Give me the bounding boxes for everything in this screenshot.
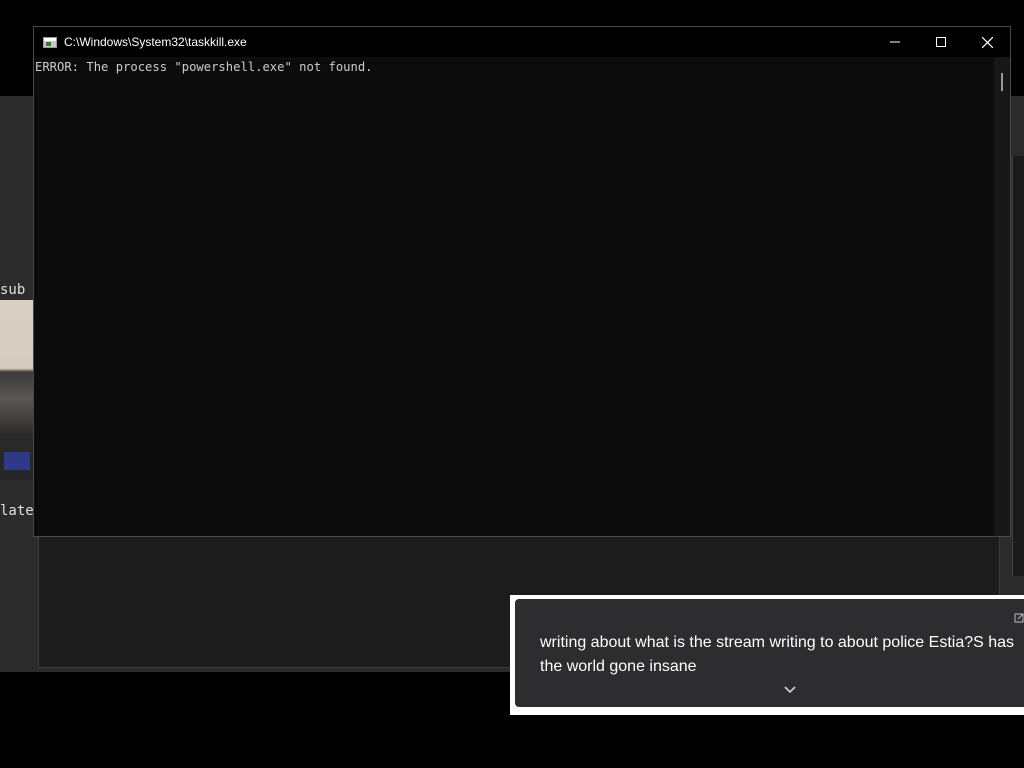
close-button[interactable] — [964, 27, 1010, 57]
maximize-button[interactable] — [918, 27, 964, 57]
console-line: ERROR: The process "powershell.exe" not … — [35, 60, 373, 74]
scrollbar-thumb[interactable] — [1001, 73, 1003, 91]
minimize-icon — [890, 41, 900, 43]
minimize-button[interactable] — [872, 27, 918, 57]
console-titlebar[interactable]: C:\Windows\System32\taskkill.exe — [34, 27, 1010, 57]
console-output[interactable]: ERROR: The process "powershell.exe" not … — [34, 57, 994, 536]
caption-notification[interactable]: writing about what is the stream writing… — [510, 595, 1024, 715]
background-video-thumbnail — [0, 300, 34, 480]
background-app-sidebar — [1012, 156, 1024, 576]
popout-icon[interactable] — [1014, 612, 1024, 624]
background-partial-text-top: sub — [0, 282, 26, 298]
console-app-icon — [43, 36, 57, 48]
console-scrollbar[interactable] — [994, 57, 1010, 536]
notification-panel: writing about what is the stream writing… — [515, 599, 1024, 707]
notification-text: writing about what is the stream writing… — [540, 634, 1015, 675]
window-controls — [872, 27, 1010, 57]
chevron-down-icon[interactable] — [782, 681, 798, 697]
maximize-icon — [936, 37, 946, 47]
close-icon — [981, 36, 993, 48]
window-title: C:\Windows\System32\taskkill.exe — [64, 35, 247, 49]
console-window[interactable]: C:\Windows\System32\taskkill.exe ERROR: — [33, 26, 1011, 537]
